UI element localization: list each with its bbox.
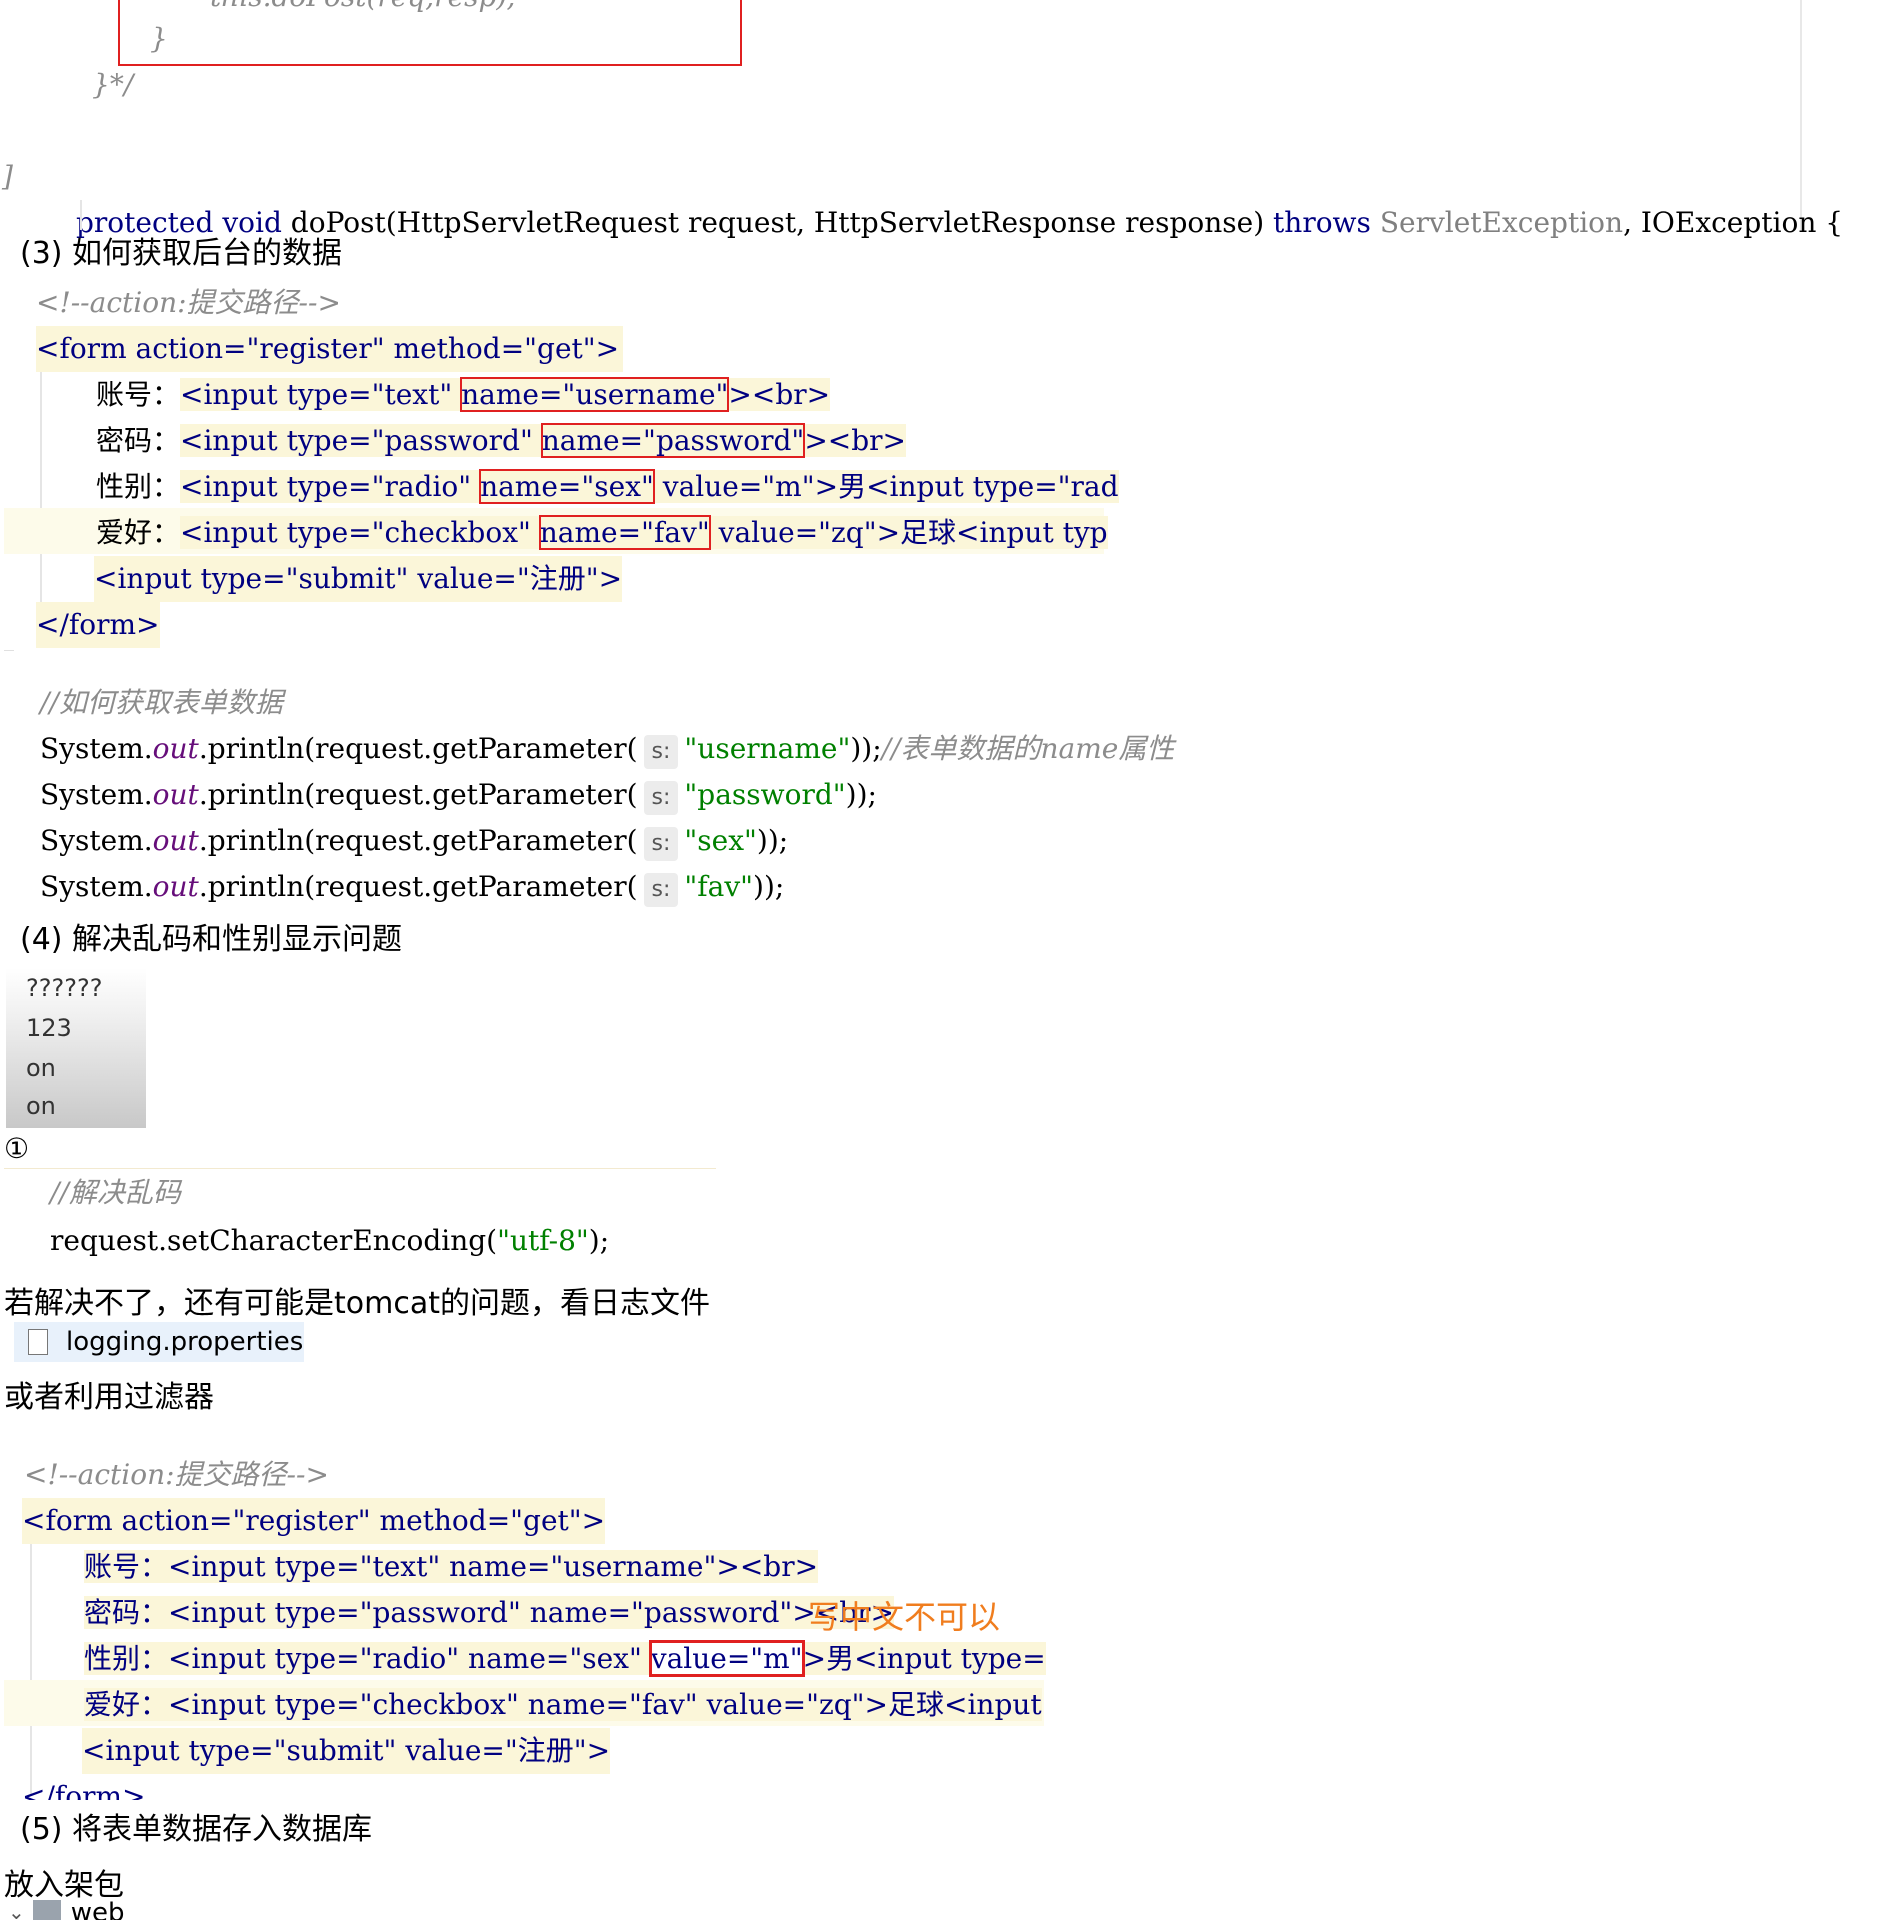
code-line: } <box>150 22 168 55</box>
folder-icon <box>32 1900 61 1920</box>
section-heading: (3) 如何获取后台的数据 <box>20 236 343 271</box>
console-output-line: on <box>26 1054 56 1082</box>
code-line: }*/ <box>92 68 134 101</box>
chevron-down-icon[interactable]: ⌄ <box>8 1900 25 1920</box>
note-text: 若解决不了，还有可能是tomcat的问题，看日志文件 <box>4 1286 710 1321</box>
file-name: logging.properties <box>66 1327 304 1357</box>
folder-name: web <box>70 1900 125 1920</box>
code-gutter-line <box>80 200 82 230</box>
fold-marker: ] <box>2 160 13 193</box>
section-heading: (4) 解决乱码和性别显示问题 <box>20 922 403 957</box>
form-row-fav: 爱好：<input type="checkbox" name="fav" val… <box>96 515 1108 550</box>
form-row-fav: 爱好：<input type="checkbox" name="fav" val… <box>84 1688 1042 1721</box>
folder-item[interactable]: ⌄ web <box>8 1900 125 1920</box>
println-line: System.out.println(request.getParameter(… <box>40 726 1174 772</box>
println-line: System.out.println(request.getParameter(… <box>40 864 784 910</box>
submit-input-tag: <input type="submit" value="注册"> <box>94 556 623 602</box>
encoding-code-line: request.setCharacterEncoding("utf-8"); <box>50 1224 610 1257</box>
console-output-line: on <box>26 1092 56 1120</box>
console-output-line: 123 <box>26 1014 72 1042</box>
form-close-tag: </form> <box>36 602 160 648</box>
file-icon <box>28 1329 48 1355</box>
form-row-sex: 性别：<input type="radio" name="sex" value=… <box>96 469 1119 504</box>
code-line: this.doPost(req,resp); <box>210 0 517 20</box>
circled-number: ① <box>4 1132 30 1165</box>
form-open-tag: <form action="register" method="get"> <box>36 326 624 372</box>
code-gutter-line <box>30 1544 32 1794</box>
println-line: System.out.println(request.getParameter(… <box>40 772 877 818</box>
form-row-username: 账号：<input type="text" name="username"><b… <box>84 1550 819 1583</box>
form-close-tag: </form> <box>22 1780 146 1800</box>
console-output-line: ?????? <box>26 974 103 1002</box>
form-row-username: 账号：<input type="text" name="username"><b… <box>96 377 831 412</box>
code-gutter-line <box>40 372 42 602</box>
html-comment: <!--action:提交路径--> <box>36 286 341 319</box>
section-heading: (5) 将表单数据存入数据库 <box>20 1812 373 1847</box>
note-text: 或者利用过滤器 <box>4 1380 214 1415</box>
form-row-password: 密码：<input type="password" name="password… <box>96 423 907 458</box>
submit-input-tag: <input type="submit" value="注册"> <box>82 1728 611 1774</box>
annotation-text: 写中文不可以 <box>808 1598 1001 1636</box>
note-text: 放入架包 <box>4 1868 124 1903</box>
html-comment: <!--action:提交路径--> <box>24 1458 329 1491</box>
code-block-divider <box>4 650 14 651</box>
form-open-tag: <form action="register" method="get"> <box>22 1498 606 1544</box>
file-item[interactable]: logging.properties <box>14 1322 304 1362</box>
form-row-password: 密码：<input type="password" name="password… <box>84 1596 894 1629</box>
println-line: System.out.println(request.getParameter(… <box>40 818 788 864</box>
divider <box>4 1168 716 1169</box>
java-comment: //如何获取表单数据 <box>40 686 283 719</box>
java-comment: //解决乱码 <box>50 1176 181 1209</box>
form-row-sex: 性别：<input type="radio" name="sex" value=… <box>84 1640 1046 1677</box>
